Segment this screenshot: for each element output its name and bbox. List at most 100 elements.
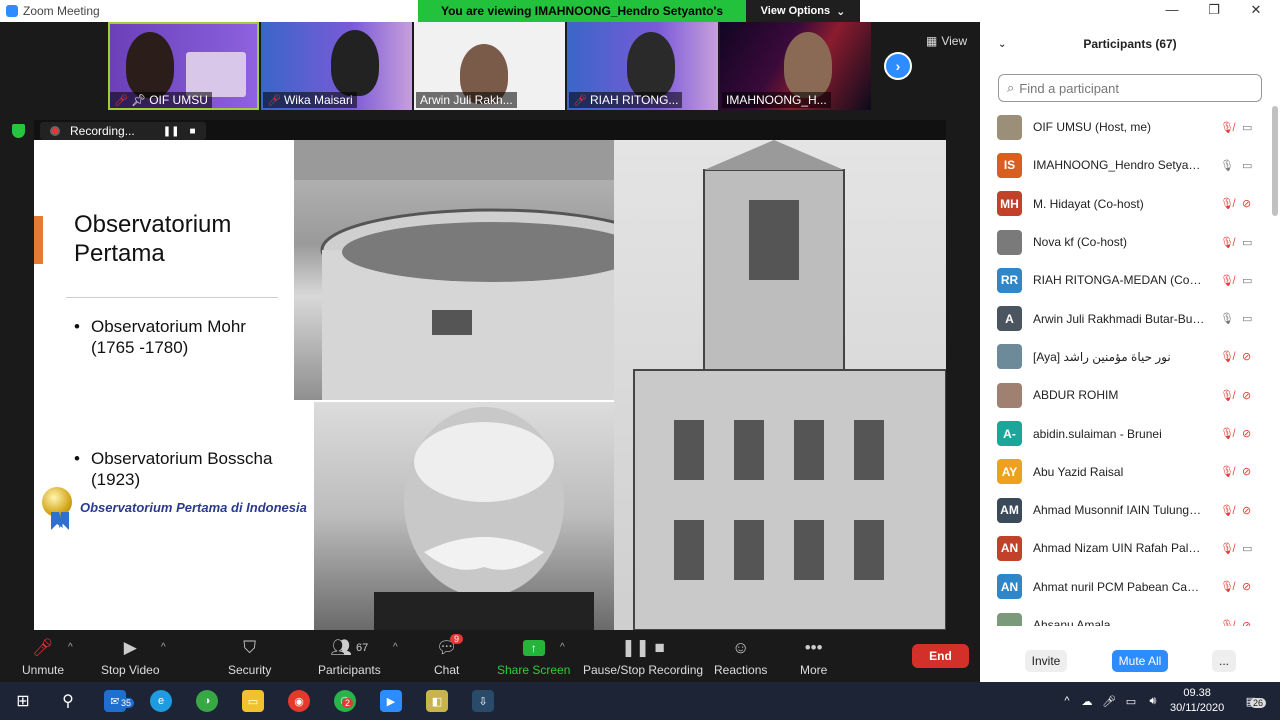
cloud-icon[interactable]: ☁ (1076, 690, 1098, 712)
slide-title-line: Observatorium (74, 211, 232, 238)
background-graphic (186, 52, 246, 97)
video-off-icon[interactable]: ⊘ (1242, 427, 1251, 440)
globe-app-icon[interactable]: ◑ (196, 690, 218, 712)
video-off-icon[interactable]: ⊘ (1242, 197, 1251, 210)
video-off-icon[interactable]: ⊘ (1242, 504, 1251, 517)
video-off-icon[interactable]: ⊘ (1242, 465, 1251, 478)
reactions-button[interactable]: ☺ Reactions (714, 636, 767, 677)
edge-browser-icon[interactable]: e (150, 690, 172, 712)
video-off-icon[interactable]: ⊘ (1242, 350, 1251, 363)
mic-muted-icon[interactable]: 🎙︎̸ (1220, 389, 1234, 402)
participant-row[interactable]: MH M. Hidayat (Co-host) 🎙︎̸ ⊘ (980, 185, 1280, 223)
mic-icon[interactable]: 🎙︎ (1220, 159, 1234, 172)
bullet-text: (1765 -1780) (91, 338, 189, 357)
mic-muted-icon[interactable]: 🎙︎̸ (1220, 580, 1234, 593)
file-explorer-icon[interactable]: ▭ (242, 690, 264, 712)
mic-muted-icon[interactable]: 🎙︎̸ (1220, 427, 1234, 440)
participant-row[interactable]: OIF UMSU (Host, me) 🎙︎̸ ▭ (980, 108, 1280, 146)
video-off-icon[interactable]: ⊘ (1242, 580, 1251, 593)
viewing-banner: You are viewing IMAHNOONG_Hendro Setyant… (418, 0, 860, 32)
pause-recording-icon[interactable]: ❚❚ (163, 126, 180, 137)
invite-button[interactable]: Invite (1025, 650, 1067, 672)
search-icon[interactable]: ⚲ (57, 690, 79, 712)
mic-muted-icon[interactable]: 🎙︎̸ (1220, 542, 1234, 555)
participant-row[interactable]: A Arwin Juli Rakhmadi Butar-Butar 🎙︎ ▭ (980, 299, 1280, 337)
video-thumbnail[interactable]: 🎤︎ Wika Maisari (261, 22, 412, 110)
restore-button[interactable]: ❐ (1204, 2, 1224, 18)
chevron-down-icon[interactable]: ⌄ (998, 39, 1006, 50)
unmute-button[interactable]: 🎤︎ Unmute (22, 636, 64, 677)
mute-all-button[interactable]: Mute All (1112, 650, 1168, 672)
avatar: AN (997, 574, 1022, 600)
participant-row[interactable]: Ahsanu Amala 🎙︎̸ ⊘ (980, 606, 1280, 626)
video-camera-icon[interactable]: ▭ (1242, 236, 1252, 249)
view-options-button[interactable]: View Options ⌄ (746, 0, 860, 22)
network-icon[interactable]: ▭ (1120, 690, 1142, 712)
mic-muted-icon[interactable]: 🎙︎̸ (1220, 121, 1234, 134)
end-meeting-button[interactable]: End (912, 644, 969, 668)
windows-start-icon[interactable]: ⊞ (12, 690, 34, 712)
chevron-up-icon[interactable]: ^ (1056, 690, 1078, 712)
participant-row[interactable]: AN Ahmat nuril PCM Pabean Cantian 🎙︎̸ ⊘ (980, 568, 1280, 606)
share-options-caret[interactable]: ^ (560, 642, 565, 653)
video-camera-icon[interactable]: ▭ (1242, 542, 1252, 555)
app-taskbar-icon[interactable]: ◧ (426, 690, 448, 712)
chrome-icon[interactable]: ◉ (288, 690, 310, 712)
participant-row[interactable]: RR RIAH RITONGA-MEDAN (Co-host) 🎙︎̸ ▭ (980, 261, 1280, 299)
video-off-icon[interactable]: ⊘ (1242, 389, 1251, 402)
audio-options-caret[interactable]: ^ (68, 642, 73, 653)
minimize-button[interactable]: — (1162, 2, 1182, 18)
participant-search-input[interactable]: ⌕ Find a participant (998, 74, 1262, 102)
video-camera-icon[interactable]: ▭ (1242, 159, 1252, 172)
video-options-caret[interactable]: ^ (161, 642, 166, 653)
installer-taskbar-icon[interactable]: ⇩ (472, 690, 494, 712)
security-button[interactable]: ⛉ Security (228, 636, 271, 677)
participant-row[interactable]: ABDUR ROHIM 🎙︎̸ ⊘ (980, 376, 1280, 414)
mic-muted-icon[interactable]: 🎙︎̸ (1220, 350, 1234, 363)
stop-recording-icon[interactable]: ■ (189, 126, 195, 137)
video-thumbnail[interactable]: 🎤︎ 📌︎ OIF UMSU (108, 22, 259, 110)
volume-icon[interactable]: 🔊︎ (1142, 690, 1164, 712)
video-camera-icon[interactable]: ▭ (1242, 121, 1252, 134)
more-button[interactable]: ••• More (800, 636, 827, 677)
video-thumbnail[interactable]: 🎤︎ RIAH RITONG... (567, 22, 718, 110)
mic-muted-icon[interactable]: 🎙︎̸ (1220, 504, 1234, 517)
participant-row[interactable]: A-abidin.sulaiman - Brunei 🎙︎̸ ⊘ (980, 414, 1280, 452)
close-button[interactable]: ✕ (1246, 2, 1266, 18)
next-page-button[interactable]: › (884, 52, 912, 80)
microphone-icon[interactable]: 🎤︎ (1098, 690, 1120, 712)
video-off-icon[interactable]: ⊘ (1242, 619, 1251, 627)
video-camera-icon[interactable]: ▭ (1242, 312, 1252, 325)
mic-muted-icon[interactable]: 🎙︎̸ (1220, 619, 1234, 627)
avatar: A- (997, 421, 1022, 447)
zoom-taskbar-icon[interactable]: ▶ (380, 690, 402, 712)
participant-row[interactable]: AM Ahmad Musonnif IAIN Tulungagung 🎙︎̸ ⊘ (980, 491, 1280, 529)
participant-row[interactable]: [Aya] نور حياة مؤمنين راشد 🎙︎̸ ⊘ (980, 338, 1280, 376)
video-camera-icon[interactable]: ▭ (1242, 274, 1252, 287)
more-label: More (800, 663, 828, 677)
title-bar: Zoom Meeting You are viewing IMAHNOONG_H… (0, 0, 1280, 32)
participant-name: Nova kf (Co-host) (1033, 235, 1128, 250)
participant-row[interactable]: AY Abu Yazid Raisal 🎙︎̸ ⊘ (980, 453, 1280, 491)
participants-label: Participants (318, 663, 381, 677)
mic-muted-icon[interactable]: 🎙︎̸ (1220, 197, 1234, 210)
participant-list-scrollbar[interactable] (1272, 106, 1278, 216)
video-thumbnail[interactable]: IMAHNOONG_H... (720, 22, 871, 110)
mic-muted-icon[interactable]: 🎙︎̸ (1220, 274, 1234, 287)
participants-button[interactable]: 👥︎ 67 Participants (318, 636, 381, 677)
participants-options-caret[interactable]: ^ (393, 642, 398, 653)
participant-row[interactable]: Nova kf (Co-host) 🎙︎̸ ▭ (980, 223, 1280, 261)
pause-stop-recording-button[interactable]: ❚❚ ■ Pause/Stop Recording (583, 636, 703, 677)
participant-name: ABDUR ROHIM (1033, 388, 1119, 403)
mic-icon[interactable]: 🎙︎ (1220, 312, 1234, 325)
video-thumbnail[interactable]: Arwin Juli Rakh... (414, 22, 565, 110)
mic-muted-icon[interactable]: 🎙︎̸ (1220, 465, 1234, 478)
system-clock[interactable]: 09.38 30/11/2020 (1170, 686, 1224, 716)
mic-muted-icon[interactable]: 🎙︎̸ (1220, 236, 1234, 249)
participant-row[interactable]: IS IMAHNOONG_Hendro Setyanto 🎙︎ ▭ (980, 146, 1280, 184)
view-button[interactable]: ▦ View (926, 34, 967, 48)
participant-row[interactable]: AN Ahmad Nizam UIN Rafah Palembang 🎙︎̸ ▭ (980, 529, 1280, 567)
more-options-button[interactable]: ... (1212, 650, 1236, 672)
stop-video-button[interactable]: ▶︎ Stop Video (101, 636, 160, 677)
encryption-shield-icon[interactable] (12, 124, 25, 138)
